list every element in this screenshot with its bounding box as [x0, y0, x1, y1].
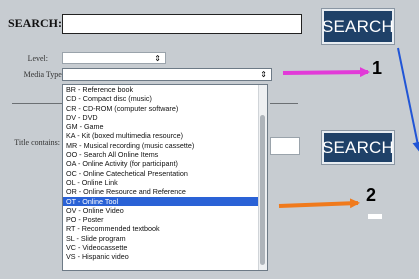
blue-arrow	[397, 47, 419, 152]
annotation-overlay	[278, 47, 419, 209]
callout-number-2: 2	[366, 185, 377, 205]
white-marker	[368, 214, 382, 219]
pink-arrow	[282, 67, 370, 78]
callout-number-1: 1	[372, 58, 383, 78]
orange-arrow	[278, 198, 360, 209]
